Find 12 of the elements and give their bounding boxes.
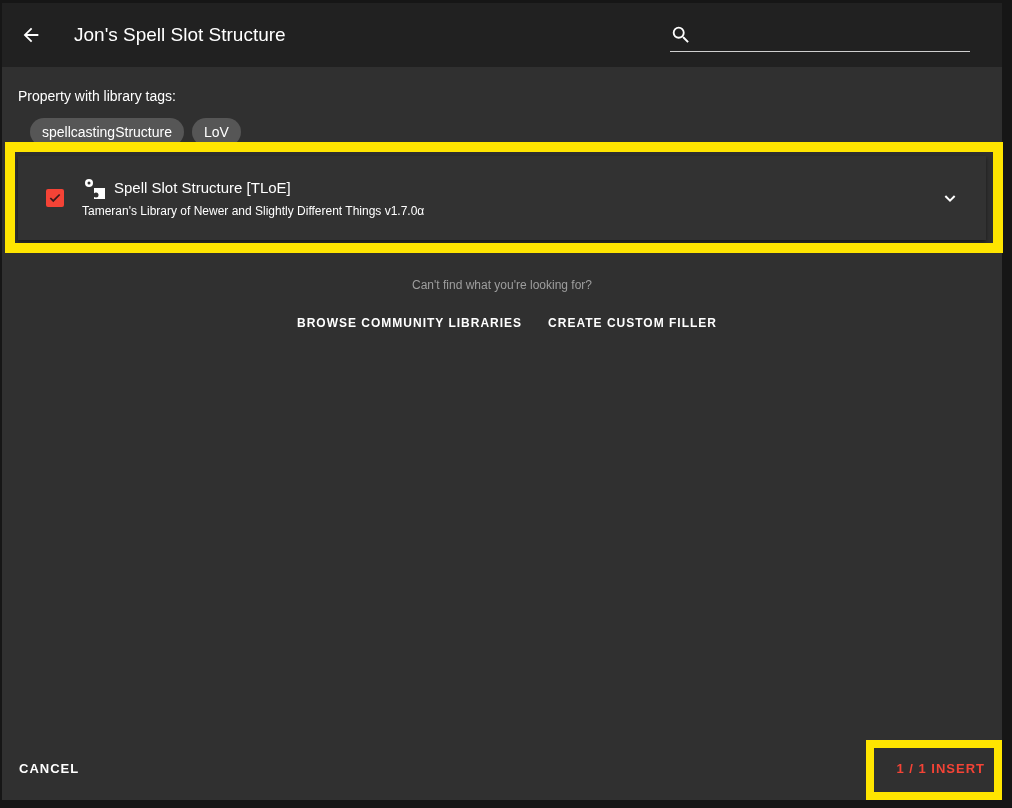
result-card[interactable]: Spell Slot Structure [TLoE] Tameran's Library of Newer and Slightly Different Things v1.7.0α xyxy=(18,156,986,240)
dialog-title: Jon's Spell Slot Structure xyxy=(74,22,286,47)
text-button[interactable]: BROWSE COMMUNITY LIBRARIES xyxy=(289,308,531,338)
checkbox[interactable] xyxy=(46,189,64,207)
library-name: Tameran's Library of Newer and Slightly Different Things v1.7.0α xyxy=(82,203,425,220)
tags-label: Property with library tags: xyxy=(18,87,177,106)
check-icon xyxy=(48,191,62,205)
insert-button[interactable]: 1 / 1 INSERT xyxy=(887,751,994,787)
text-button[interactable]: CREATE CUSTOM FILLER xyxy=(540,308,725,338)
cancel-button[interactable]: CANCEL xyxy=(10,751,89,787)
result-title: Spell Slot Structure [TLoE] xyxy=(114,177,291,198)
hint-text: Can't find what you're looking for? xyxy=(411,277,593,294)
